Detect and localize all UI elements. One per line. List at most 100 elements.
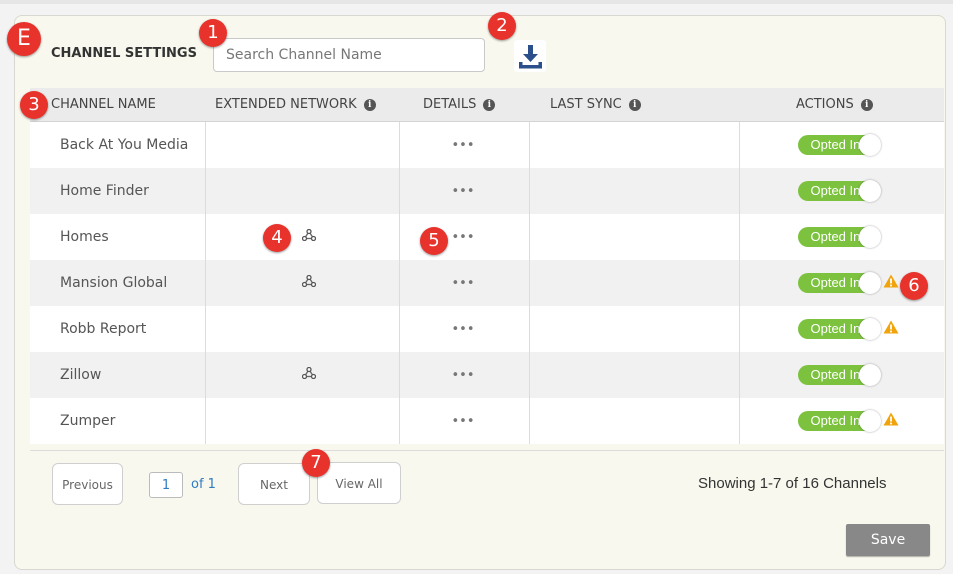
channel-name-cell: Homes: [30, 214, 206, 260]
callout-badge-2: 2: [488, 12, 516, 40]
toggle-label: Opted In: [810, 229, 861, 244]
network-icon[interactable]: [301, 228, 317, 245]
showing-count: Showing 1-7 of 16 Channels: [698, 475, 887, 492]
save-button[interactable]: Save: [846, 524, 930, 556]
info-icon[interactable]: i: [860, 99, 873, 111]
details-more-icon[interactable]: •••: [451, 322, 474, 337]
opt-in-toggle[interactable]: Opted In: [797, 272, 881, 294]
details-cell: •••: [399, 306, 530, 352]
actions-cell: Opted In: [739, 168, 944, 214]
opt-in-toggle[interactable]: Opted In: [797, 364, 881, 386]
network-icon[interactable]: [301, 274, 317, 291]
last-sync-cell: [529, 398, 740, 444]
details-more-icon[interactable]: •••: [451, 184, 474, 199]
last-sync-cell: [529, 168, 740, 214]
toggle-knob: [858, 134, 881, 156]
channel-name-cell: Home Finder: [30, 168, 206, 214]
toggle-knob: [858, 318, 881, 340]
actions-cell: Opted In: [739, 306, 944, 352]
table-row: Back At You Media ••• Opted In: [30, 121, 944, 169]
table-header-row: CHANNEL NAME EXTENDED NETWORK i DETAILS i …: [30, 88, 944, 122]
last-sync-cell: [529, 306, 740, 352]
info-icon[interactable]: i: [628, 99, 641, 111]
actions-cell: Opted In: [739, 398, 944, 444]
last-sync-cell: [529, 214, 740, 260]
toggle-knob: [858, 410, 881, 432]
channel-name-cell: Mansion Global: [30, 260, 206, 306]
info-icon[interactable]: i: [363, 99, 376, 111]
page-count: of 1: [191, 477, 216, 492]
column-header-last-sync[interactable]: LAST SYNC i: [529, 88, 739, 122]
details-more-icon[interactable]: •••: [451, 230, 474, 245]
table-row: Mansion Global ••• Opted In: [30, 260, 944, 306]
details-cell: •••: [399, 214, 530, 260]
callout-badge-7: 7: [302, 449, 330, 477]
actions-cell: Opted In: [739, 352, 944, 398]
toggle-label: Opted In: [810, 183, 861, 198]
warning-icon: [883, 274, 899, 292]
details-cell: •••: [399, 352, 530, 398]
channel-name: Back At You Media: [60, 137, 189, 153]
actions-cell: Opted In: [739, 214, 944, 260]
extended-network-cell: [205, 260, 400, 306]
details-more-icon[interactable]: •••: [451, 368, 474, 383]
search-input[interactable]: [213, 38, 485, 72]
details-more-icon[interactable]: •••: [451, 138, 474, 153]
opt-in-toggle[interactable]: Opted In: [797, 226, 881, 248]
details-cell: •••: [399, 121, 530, 168]
channel-name: Zumper: [60, 413, 116, 429]
details-more-icon[interactable]: •••: [451, 414, 474, 429]
column-header-details[interactable]: DETAILS i: [399, 88, 529, 122]
extended-network-cell: [205, 121, 400, 168]
page-title: CHANNEL SETTINGS: [51, 46, 197, 61]
toggle-label: Opted In: [810, 137, 861, 152]
top-border: [0, 0, 953, 4]
channel-name: Mansion Global: [60, 275, 168, 291]
next-button[interactable]: Next: [238, 463, 310, 505]
warning-icon: [883, 412, 899, 430]
info-icon[interactable]: i: [483, 99, 496, 111]
column-header-channel-name[interactable]: CHANNEL NAME: [30, 88, 205, 122]
table-row: Robb Report ••• Opted In: [30, 306, 944, 352]
toggle-knob: [858, 272, 881, 294]
details-cell: •••: [399, 260, 530, 306]
download-button[interactable]: [514, 40, 546, 72]
column-header-actions[interactable]: ACTIONS i: [739, 88, 944, 122]
last-sync-cell: [529, 121, 740, 168]
actions-cell: Opted In: [739, 122, 944, 169]
opt-in-toggle[interactable]: Opted In: [797, 318, 881, 340]
previous-button[interactable]: Previous: [52, 463, 123, 505]
toggle-knob: [858, 226, 881, 248]
details-more-icon[interactable]: •••: [451, 276, 474, 291]
details-cell: •••: [399, 168, 530, 214]
extended-network-cell: [205, 168, 400, 214]
opt-in-toggle[interactable]: Opted In: [797, 410, 881, 432]
toggle-label: Opted In: [810, 367, 861, 382]
footer-divider: [30, 450, 944, 451]
network-icon[interactable]: [301, 366, 317, 383]
table-row: Home Finder ••• Opted In: [30, 168, 944, 214]
channel-name-cell: Zillow: [30, 352, 206, 398]
view-all-button[interactable]: View All: [317, 462, 401, 504]
details-cell: •••: [399, 398, 530, 444]
channel-name-cell: Back At You Media: [30, 121, 206, 168]
opt-in-toggle[interactable]: Opted In: [797, 134, 881, 156]
toggle-label: Opted In: [810, 413, 861, 428]
opt-in-toggle[interactable]: Opted In: [797, 180, 881, 202]
toggle-label: Opted In: [810, 321, 861, 336]
toggle-knob: [858, 364, 881, 386]
page-number-input[interactable]: 1: [149, 472, 183, 498]
callout-badge-5: 5: [420, 227, 448, 255]
callout-badge-6: 6: [900, 272, 928, 300]
download-icon: [519, 45, 542, 69]
channel-name: Robb Report: [60, 321, 147, 337]
callout-badge-1: 1: [199, 19, 227, 47]
extended-network-cell: [205, 214, 400, 260]
column-header-extended-network[interactable]: EXTENDED NETWORK i: [205, 88, 399, 122]
callout-badge-4: 4: [263, 224, 291, 252]
channel-table: CHANNEL NAME EXTENDED NETWORK i DETAILS i …: [30, 88, 944, 444]
warning-icon: [883, 320, 899, 338]
channel-name: Zillow: [60, 367, 102, 383]
channel-name-cell: Zumper: [30, 398, 206, 444]
table-row: Homes ••• Opted In: [30, 214, 944, 260]
